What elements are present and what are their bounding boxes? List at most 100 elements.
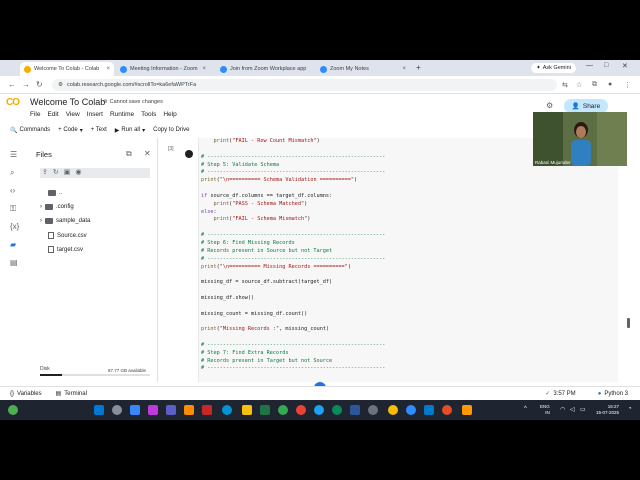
wifi-icon[interactable]: ◠: [560, 406, 565, 413]
run-all-button[interactable]: ▶ Run all ▾: [115, 127, 145, 134]
mcafee-icon[interactable]: [202, 405, 212, 415]
notebook-title[interactable]: Welcome To Colab: [30, 97, 105, 107]
run-cell-button[interactable]: [185, 150, 193, 158]
chrome-icon[interactable]: [388, 405, 398, 415]
folder-icon[interactable]: ▰: [10, 240, 16, 249]
scrollbar-thumb[interactable]: [627, 318, 630, 328]
menu-tools[interactable]: Tools: [141, 111, 156, 118]
search-icon[interactable]: [112, 405, 122, 415]
bookmark-star-icon[interactable]: ☆: [576, 81, 582, 89]
excel-icon[interactable]: [260, 405, 270, 415]
tab-colab[interactable]: Welcome To Colab - Colab ×: [20, 62, 114, 76]
close-icon[interactable]: ✕: [144, 149, 151, 158]
notification-bell-icon[interactable]: ◔: [628, 406, 632, 412]
app-stack-icon[interactable]: [462, 405, 472, 415]
variables-icon[interactable]: {x}: [10, 222, 19, 231]
runtime-type[interactable]: ● Python 3: [598, 391, 628, 397]
profile-icon[interactable]: ●: [608, 81, 612, 88]
explorer-tiles-icon[interactable]: [184, 405, 194, 415]
maps-icon[interactable]: [278, 405, 288, 415]
close-icon[interactable]: ×: [402, 66, 406, 72]
ask-gemini-button[interactable]: ✦ Ask Gemini: [531, 63, 576, 73]
list-item[interactable]: › sample_data: [40, 218, 90, 224]
battery-icon[interactable]: ▭: [580, 406, 586, 413]
extensions-icon[interactable]: ⧉: [592, 81, 597, 89]
hp-icon[interactable]: [222, 405, 232, 415]
maximize-icon[interactable]: □: [604, 62, 608, 69]
search-icon[interactable]: ⌕: [10, 168, 14, 178]
windows-start-icon[interactable]: [94, 405, 104, 415]
tab-zoom-notes[interactable]: Zoom My Notes ×: [316, 62, 410, 76]
file-explorer-icon[interactable]: [242, 405, 252, 415]
app-icon[interactable]: [314, 405, 324, 415]
close-icon[interactable]: ×: [309, 66, 310, 72]
code-cell[interactable]: print("FAIL - Row Count Mismatch") # ---…: [198, 138, 618, 382]
colab-logo[interactable]: CO: [6, 97, 20, 108]
left-icon-rail: ☰ ⌕ ‹› ⚿ {x} ▰ ▤: [0, 138, 28, 382]
status-bar: {} Variables ▤ Terminal ✓ 3:57 PM ● Python 3: [0, 386, 640, 400]
tray-chevron-icon[interactable]: ^: [524, 406, 527, 412]
python-icon: ●: [597, 390, 602, 397]
notebook-scrollbar[interactable]: [626, 138, 632, 382]
menu-help[interactable]: Help: [163, 111, 176, 118]
translate-icon[interactable]: ⇆: [562, 81, 568, 89]
terminal-button[interactable]: ▤ Terminal: [56, 390, 87, 398]
menu-insert[interactable]: Insert: [87, 111, 103, 118]
more-options-icon[interactable]: ⋮: [624, 81, 631, 89]
upload-icon[interactable]: ⇪: [42, 168, 48, 178]
hide-files-icon[interactable]: ◉: [75, 168, 81, 178]
copilot-icon[interactable]: [148, 405, 158, 415]
colab-favicon-icon: [24, 65, 31, 73]
file-icon: [48, 232, 54, 239]
site-info-icon[interactable]: ⚙: [58, 82, 63, 88]
new-tab-button[interactable]: +: [416, 63, 421, 72]
refresh-icon[interactable]: ↻: [53, 168, 59, 178]
url-input[interactable]: ⚙ colab.research.google.com/#scrollTo=ka…: [52, 79, 557, 91]
menu-runtime[interactable]: Runtime: [110, 111, 134, 118]
copy-to-drive-button[interactable]: Copy to Drive: [153, 127, 189, 133]
tab-meeting-info[interactable]: Meeting Information - Zoom ×: [116, 62, 210, 76]
word-icon[interactable]: [350, 405, 360, 415]
mount-drive-icon[interactable]: ▣: [64, 168, 71, 178]
reload-icon[interactable]: ↻: [36, 80, 43, 89]
open-in-tab-icon[interactable]: ⧉: [126, 149, 132, 159]
tab-join-zoom[interactable]: Join from Zoom Workplace app ×: [216, 62, 310, 76]
forward-icon[interactable]: →: [22, 80, 30, 89]
list-item[interactable]: › .config: [40, 204, 74, 210]
edge-icon[interactable]: [332, 405, 342, 415]
runtime-status[interactable]: ✓ 3:57 PM: [545, 390, 575, 398]
volume-icon[interactable]: ◁: [570, 406, 575, 413]
weather-icon[interactable]: [8, 405, 18, 415]
list-item[interactable]: target.csv: [48, 246, 83, 253]
zoom-icon[interactable]: [406, 405, 416, 415]
close-window-icon[interactable]: ✕: [622, 62, 628, 70]
input-language[interactable]: ENG IN: [540, 404, 550, 416]
menu-file[interactable]: File: [30, 111, 40, 118]
secrets-key-icon[interactable]: ⚿: [10, 204, 16, 214]
close-icon[interactable]: ×: [106, 66, 110, 72]
commands-button[interactable]: 🔍 Commands: [10, 127, 50, 134]
vscode-icon[interactable]: [424, 405, 434, 415]
clock[interactable]: 16:27 15-07-2025: [596, 404, 619, 416]
settings-gear-icon[interactable]: ⚙: [546, 101, 553, 110]
back-icon[interactable]: ←: [8, 80, 16, 89]
chrome-red-icon[interactable]: [296, 405, 306, 415]
code-snippets-icon[interactable]: ‹›: [10, 186, 15, 195]
list-item[interactable]: ..: [48, 190, 62, 196]
teams-icon[interactable]: [166, 405, 176, 415]
variables-button[interactable]: {} Variables: [10, 391, 42, 397]
share-button[interactable]: 👤 Share: [564, 99, 608, 113]
menu-edit[interactable]: Edit: [47, 111, 58, 118]
menu-view[interactable]: View: [66, 111, 80, 118]
settings-icon[interactable]: [368, 405, 378, 415]
add-text-button[interactable]: + Text: [91, 127, 107, 133]
terminal-icon[interactable]: ▤: [10, 258, 18, 267]
add-code-button[interactable]: + Code ▾: [58, 127, 83, 134]
list-item[interactable]: Source.csv: [48, 232, 87, 239]
task-view-icon[interactable]: [130, 405, 140, 415]
table-of-contents-icon[interactable]: ☰: [10, 150, 17, 159]
app-orange-icon[interactable]: [442, 405, 452, 415]
minimize-icon[interactable]: —: [586, 62, 593, 69]
close-icon[interactable]: ×: [202, 66, 206, 72]
code-editor[interactable]: print("FAIL - Row Count Mismatch") # ---…: [201, 138, 385, 373]
